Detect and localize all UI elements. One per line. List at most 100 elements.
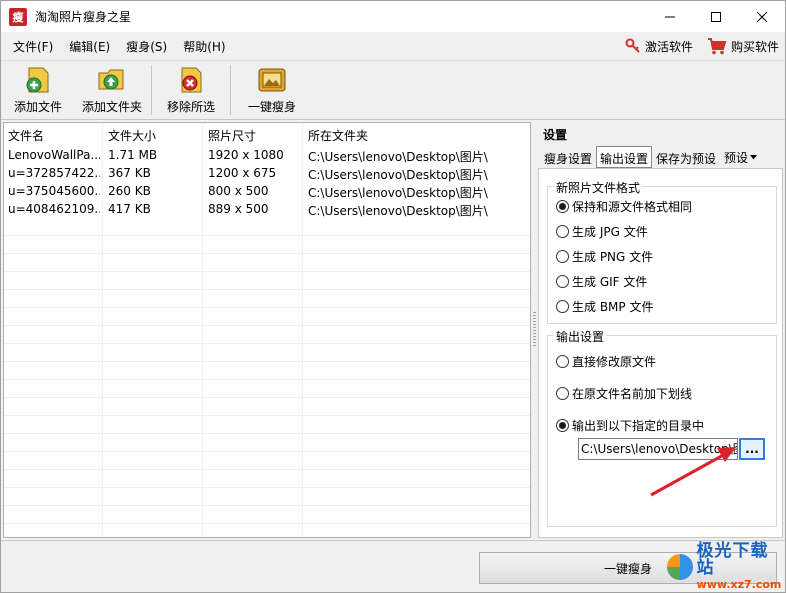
column-header-dimensions[interactable]: 照片尺寸 (208, 127, 256, 144)
radio-button[interactable] (556, 387, 569, 400)
row-divider (4, 379, 530, 380)
cell-filesize: 417 KB (108, 202, 151, 216)
output-group: 输出设置 直接修改原文件 在原文件名前加下划线 输出到以下指定的目录中 (547, 328, 777, 527)
settings-tabs: 瘦身设置 输出设置 保存为预设 预设 (540, 146, 761, 168)
menu-file[interactable]: 文件(F) (5, 38, 61, 55)
output-path-field[interactable]: C:\Users\lenovo\Desktop\图片 (578, 438, 738, 460)
cell-folder: C:\Users\lenovo\Desktop\图片\ (308, 204, 488, 218)
remove-selected-button[interactable]: 移除所选 (154, 61, 228, 119)
key-icon (625, 38, 640, 53)
browse-button[interactable]: ... (739, 438, 765, 460)
output-option-label: 在原文件名前加下划线 (572, 387, 693, 401)
activate-label: 激活软件 (644, 39, 693, 54)
file-list[interactable]: 文件名 文件大小 照片尺寸 所在文件夹 LenovoWallPa... 1.71… (3, 122, 531, 538)
format-option-keep[interactable]: 保持和源文件格式相同 (556, 198, 692, 215)
toolbar-divider (151, 65, 152, 115)
format-option-jpg[interactable]: 生成 JPG 文件 (556, 223, 648, 240)
add-file-label: 添加文件 (13, 100, 62, 114)
format-group: 新照片文件格式 保持和源文件格式相同 生成 JPG 文件 生成 PNG 文件 生… (547, 179, 777, 324)
table-row[interactable]: u=375045600... 260 KB 800 x 500 C:\Users… (4, 182, 530, 200)
minimize-button[interactable] (647, 1, 693, 32)
radio-button[interactable] (556, 275, 569, 288)
format-option-png[interactable]: 生成 PNG 文件 (556, 248, 653, 265)
cell-dimensions: 889 x 500 (208, 202, 269, 216)
output-option-underscore[interactable]: 在原文件名前加下划线 (556, 385, 692, 402)
radio-button[interactable] (556, 419, 569, 432)
one-click-slim-tool-label: 一键瘦身 (247, 100, 296, 114)
window-title: 淘淘照片瘦身之星 (35, 10, 132, 24)
menu-help[interactable]: 帮助(H) (175, 38, 233, 55)
close-icon (757, 11, 767, 22)
cell-filesize: 260 KB (108, 184, 151, 198)
table-row[interactable]: LenovoWallPa... 1.71 MB 1920 x 1080 C:\U… (4, 146, 530, 164)
watermark-logo-icon (667, 553, 693, 580)
radio-button[interactable] (556, 250, 569, 263)
settings-panel: 设置 瘦身设置 输出设置 保存为预设 预设 新照片文件格式 保持和源文件格式相同… (538, 122, 785, 538)
format-option-bmp[interactable]: 生成 BMP 文件 (556, 298, 653, 315)
radio-button[interactable] (556, 225, 569, 238)
column-header-filename[interactable]: 文件名 (8, 127, 44, 144)
remove-file-icon (181, 67, 202, 93)
format-option-label: 生成 PNG 文件 (572, 250, 654, 264)
close-button[interactable] (739, 1, 785, 32)
add-file-button[interactable]: 添加文件 (1, 61, 75, 119)
cell-dimensions: 1920 x 1080 (208, 148, 284, 162)
remove-selected-label: 移除所选 (166, 100, 215, 114)
row-divider (4, 271, 530, 272)
row-divider (4, 343, 530, 344)
menu-slim[interactable]: 瘦身(S) (118, 38, 175, 55)
column-header-folder[interactable]: 所在文件夹 (308, 127, 368, 144)
add-folder-button[interactable]: 添加文件夹 (75, 61, 149, 119)
column-header-filesize[interactable]: 文件大小 (108, 127, 156, 144)
cell-filename: u=372857422... (8, 166, 100, 180)
settings-title: 设置 (543, 128, 568, 142)
output-option-directory[interactable]: 输出到以下指定的目录中 (556, 417, 704, 434)
output-option-label: 直接修改原文件 (572, 355, 657, 369)
table-row[interactable]: u=408462109... 417 KB 889 x 500 C:\Users… (4, 200, 530, 218)
cart-icon (707, 38, 727, 55)
cell-filename: u=375045600... (8, 184, 100, 198)
window-controls (647, 1, 785, 32)
radio-button[interactable] (556, 300, 569, 313)
toolbar-divider (230, 65, 231, 115)
cell-filesize: 367 KB (108, 166, 151, 180)
one-click-slim-tool-button[interactable]: 一键瘦身 (233, 61, 311, 119)
app-window: 瘦 淘淘照片瘦身之星 文件(F) 编辑(E) 瘦身(S) 帮助(H) 激活软件 … (0, 0, 786, 593)
toolbar: 添加文件 添加文件夹 移除所选 一键瘦身 (1, 60, 785, 120)
menu-edit[interactable]: 编辑(E) (61, 38, 118, 55)
add-file-icon (26, 67, 49, 93)
output-option-label: 输出到以下指定的目录中 (572, 419, 705, 433)
watermark-url: www.xz7.com (696, 578, 782, 591)
activate-link[interactable]: 激活软件 (625, 38, 693, 55)
row-divider (4, 289, 530, 290)
tab-preset-label: 预设 (724, 150, 749, 165)
output-option-overwrite[interactable]: 直接修改原文件 (556, 353, 656, 370)
row-divider (4, 433, 530, 434)
row-divider (4, 451, 530, 452)
tab-save-preset[interactable]: 保存为预设 (652, 146, 720, 168)
maximize-button[interactable] (693, 1, 739, 32)
row-divider (4, 415, 530, 416)
tab-output-settings[interactable]: 输出设置 (596, 146, 653, 168)
table-row[interactable]: u=372857422... 367 KB 1200 x 675 C:\User… (4, 164, 530, 182)
row-divider (4, 469, 530, 470)
tab-slim-settings[interactable]: 瘦身设置 (540, 146, 596, 168)
tab-preset-dropdown[interactable]: 预设 (720, 146, 761, 168)
cell-folder: C:\Users\lenovo\Desktop\图片\ (308, 150, 488, 164)
row-divider (4, 397, 530, 398)
minimize-icon (665, 16, 675, 17)
output-settings-content: 新照片文件格式 保持和源文件格式相同 生成 JPG 文件 生成 PNG 文件 生… (538, 168, 783, 538)
watermark-text: 极光下载站 www.xz7.com (696, 543, 785, 591)
radio-button[interactable] (556, 200, 569, 213)
splitter-grip[interactable] (533, 312, 536, 348)
row-divider (4, 253, 530, 254)
cell-filename: LenovoWallPa... (8, 148, 100, 162)
buy-link[interactable]: 购买软件 (707, 37, 779, 55)
radio-button[interactable] (556, 355, 569, 368)
row-divider (4, 523, 530, 524)
format-option-label: 生成 BMP 文件 (572, 300, 654, 314)
title-bar: 瘦 淘淘照片瘦身之星 (1, 1, 785, 32)
format-option-gif[interactable]: 生成 GIF 文件 (556, 273, 647, 290)
row-divider (4, 487, 530, 488)
buy-label: 购买软件 (730, 39, 779, 54)
